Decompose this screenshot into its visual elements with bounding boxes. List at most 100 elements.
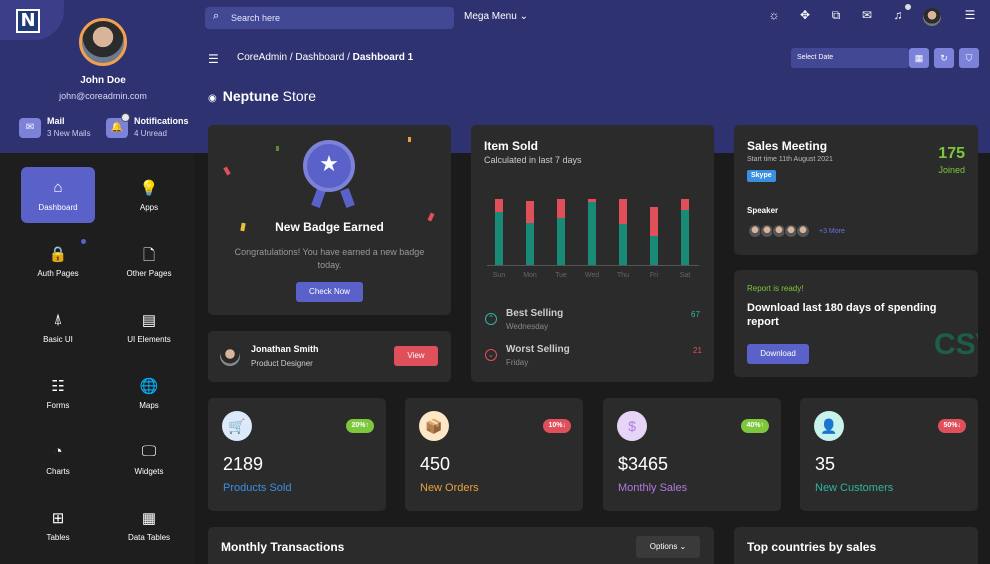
dollar-icon: $ xyxy=(617,411,647,441)
mail-title[interactable]: Mail xyxy=(47,116,65,126)
sidebar-item-label: Tables xyxy=(46,533,70,542)
logo-icon: N xyxy=(16,9,40,33)
page-title-bold: Neptune xyxy=(222,88,279,104)
chart-bar xyxy=(650,206,658,265)
best-selling-label: Best Selling xyxy=(506,308,564,319)
filter-icon[interactable]: ⛉ xyxy=(959,48,979,68)
compass-icon: ⍋ xyxy=(53,311,63,328)
sidebar-item-label: Forms xyxy=(46,401,70,410)
item-sold-card: Item Sold Calculated in last 7 days Sun M… xyxy=(471,125,714,382)
sidebar-item-apps[interactable]: 💡 Apps xyxy=(112,167,186,223)
sidebar-item-label: UI Elements xyxy=(127,335,171,344)
notifications-sub: 4 Unread xyxy=(134,129,167,138)
meeting-title: Sales Meeting xyxy=(747,139,828,153)
stat-percent-badge: 20%↑ xyxy=(346,419,374,433)
skype-tag: Skype xyxy=(747,170,776,182)
file-icon: 🗋 xyxy=(142,247,156,264)
translate-icon[interactable]: ⧉ xyxy=(828,8,844,26)
confetti xyxy=(276,146,279,151)
stat-label: Monthly Sales xyxy=(618,482,688,494)
box-icon: 📦 xyxy=(419,411,449,441)
chart-x-tick-label: Wed xyxy=(584,272,600,279)
stat-percent-badge: 40%↑ xyxy=(741,419,769,433)
sidebar-item-widgets[interactable]: 🖵 Widgets xyxy=(112,431,186,487)
menu-toggle-icon[interactable]: ☰ xyxy=(208,52,219,66)
sidebar-item-basic-ui[interactable]: ⍋ Basic UI xyxy=(21,299,95,355)
item-sold-bar-chart xyxy=(487,193,699,266)
notification-dot xyxy=(121,113,130,122)
stat-label: New Orders xyxy=(420,482,479,494)
bell-icon[interactable]: ♫ xyxy=(890,8,906,26)
stat-percent-badge: 10%↓ xyxy=(543,419,571,433)
profile-card: Jonathan Smith Product Designer View xyxy=(208,331,451,382)
stat-card-new-customers: 👤 50%↓ 35 New Customers xyxy=(800,398,978,511)
sidebar-item-maps[interactable]: 🌐 Maps xyxy=(112,365,186,421)
confetti xyxy=(408,137,411,142)
report-status: Report is ready! xyxy=(747,284,804,293)
settings-sliders-icon[interactable]: ☰ xyxy=(962,8,978,26)
mail-icon[interactable]: ✉ xyxy=(859,8,875,26)
page-title-rest: Store xyxy=(278,88,317,104)
check-now-button[interactable]: Check Now xyxy=(296,282,363,302)
worst-selling-day: Friday xyxy=(506,358,529,367)
star-icon: ★ xyxy=(319,151,339,176)
breadcrumb-current: Dashboard 1 xyxy=(352,52,414,63)
add-user-icon: 👤 xyxy=(814,411,844,441)
sidebar-item-ui-elements[interactable]: ▤ UI Elements xyxy=(112,299,186,355)
arrow-up-icon: ⌃ xyxy=(485,313,497,325)
stat-card-monthly-sales: $ 40%↑ $3465 Monthly Sales xyxy=(603,398,781,511)
options-dropdown[interactable]: Options ⌄ xyxy=(636,536,700,558)
chart-bar-segment-bottom xyxy=(650,235,658,265)
breadcrumb: CoreAdmin / Dashboard / Dashboard 1 xyxy=(237,52,414,63)
chart-x-tick-label: Sat xyxy=(679,272,691,279)
speaker-label: Speaker xyxy=(747,206,779,215)
breadcrumb-root[interactable]: CoreAdmin xyxy=(237,52,287,63)
chart-bar-segment-top xyxy=(619,199,627,225)
monitor-icon: 🖵 xyxy=(141,443,157,460)
grid-icon: ▦ xyxy=(141,510,157,527)
badge-text: Congratulations! You have earned a new b… xyxy=(234,247,425,270)
sidebar-item-other-pages[interactable]: 🗋 Other Pages xyxy=(112,233,186,289)
sidebar-item-data-tables[interactable]: ▦ Data Tables xyxy=(112,497,186,553)
sidebar-item-tables[interactable]: ⊞ Tables xyxy=(21,497,95,553)
mega-menu-button[interactable]: Mega Menu ⌄ xyxy=(464,11,528,22)
avatar[interactable] xyxy=(923,8,941,26)
chart-bar xyxy=(495,199,503,265)
sidebar-item-dashboard[interactable]: ⌂ Dashboard xyxy=(21,167,95,223)
refresh-icon[interactable]: ↻ xyxy=(934,48,954,68)
mail-sub: 3 New Mails xyxy=(47,129,91,138)
search-input[interactable] xyxy=(231,10,446,26)
sun-icon[interactable]: ☼ xyxy=(766,8,782,26)
home-icon: ⌂ xyxy=(53,179,63,196)
mail-icon[interactable]: ✉ xyxy=(19,118,41,138)
stat-value: 2189 xyxy=(223,454,264,474)
avatar[interactable] xyxy=(796,224,810,238)
csv-watermark: CSV xyxy=(934,328,978,361)
worst-selling-value: 21 xyxy=(693,346,702,355)
chart-bar-segment-bottom xyxy=(495,212,503,265)
avatar[interactable] xyxy=(79,18,127,66)
more-speakers-link[interactable]: +3 More xyxy=(819,228,845,235)
sidebar-item-charts[interactable]: ◔ Charts xyxy=(21,431,95,487)
item-sold-title: Item Sold xyxy=(484,139,539,153)
stat-value: $3465 xyxy=(618,454,669,474)
search-bar[interactable]: ⌕ xyxy=(205,7,454,29)
page-title: ◉ Neptune Store xyxy=(208,88,316,104)
sidebar-item-label: Dashboard xyxy=(38,203,78,212)
compress-icon[interactable]: ✥ xyxy=(797,8,813,26)
calendar-icon[interactable]: ▦ xyxy=(909,48,929,68)
chart-bar xyxy=(526,200,534,265)
notifications-title[interactable]: Notifications xyxy=(134,116,189,126)
download-button[interactable]: Download xyxy=(747,344,809,364)
worst-selling-label: Worst Selling xyxy=(506,344,570,355)
stat-percent-badge: 50%↓ xyxy=(938,419,966,433)
chart-x-tick-label: Sun xyxy=(492,272,506,279)
meeting-time: Start time 11th August 2021 xyxy=(747,156,833,163)
sidebar-item-label: Data Tables xyxy=(127,533,171,542)
breadcrumb-mid[interactable]: Dashboard xyxy=(295,52,344,63)
chart-bar-segment-top xyxy=(557,199,565,218)
sidebar-item-forms[interactable]: ☷ Forms xyxy=(21,365,95,421)
chart-bar xyxy=(557,199,565,265)
view-button[interactable]: View xyxy=(394,346,438,366)
date-select[interactable]: Select Date xyxy=(791,48,909,68)
